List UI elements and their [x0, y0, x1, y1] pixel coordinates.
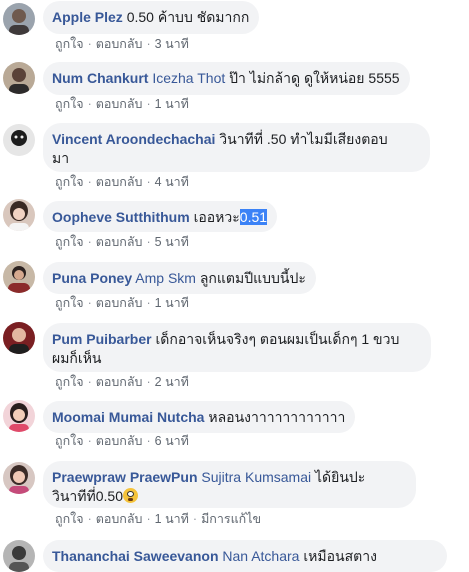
selected-text: 0.51	[239, 209, 268, 225]
comment-bubble: Moomai Mumai Nutcha หลอนงาาาาาาาาาาาา	[43, 401, 356, 433]
comment-bubble: Num Chankurt Icezha Thot ป๊า ไม่กล้าดู ด…	[43, 62, 410, 95]
comment-bubble: Pum Puibarber เด็กอาจเห็นจริงๆ ตอนผมเป็น…	[43, 323, 431, 372]
like-link[interactable]: ถูกใจ	[55, 37, 84, 51]
comment-actions: ถูกใจ · ตอบกลับ · 4 นาที	[55, 175, 189, 189]
like-link[interactable]: ถูกใจ	[55, 175, 84, 189]
comment-bubble: Praewpraw PraewPun Sujitra Kumsamai ได้ย…	[43, 461, 416, 508]
avatar[interactable]	[3, 462, 35, 494]
comment-actions: ถูกใจ · ตอบกลับ · 3 นาที	[55, 37, 189, 51]
reply-link[interactable]: ตอบกลับ	[96, 375, 143, 389]
comment-author[interactable]: Vincent Aroondechachai	[52, 131, 215, 147]
avatar[interactable]	[3, 400, 35, 432]
comment-text: ป๊า ไม่กล้าดู ดูให้หน่อย 5555	[229, 70, 400, 86]
comment-bubble: Thananchai Saweevanon Nan Atchara เหมือน…	[43, 540, 447, 572]
avatar[interactable]	[3, 3, 35, 35]
comment-text-continued: มา	[52, 150, 70, 166]
edited-link[interactable]: มีการแก้ไข	[201, 512, 261, 526]
comment-actions: ถูกใจ · ตอบกลับ · 1 นาที	[55, 296, 189, 310]
comment-time[interactable]: 1 นาที	[155, 512, 189, 526]
comment-author[interactable]: Puna Poney	[52, 270, 132, 286]
avatar[interactable]	[3, 124, 35, 156]
comment-actions: ถูกใจ · ตอบกลับ · 1 นาที · มีการแก้ไข	[55, 512, 262, 526]
comment-text-continued: วินาทีที่0.50	[52, 488, 123, 504]
comment-text: 0.50 ค้าบบ ชัดมากก	[126, 9, 250, 25]
comment-actions: ถูกใจ · ตอบกลับ · 5 นาที	[55, 235, 189, 249]
comment-actions: ถูกใจ · ตอบกลับ · 1 นาที	[55, 97, 189, 111]
reply-link[interactable]: ตอบกลับ	[96, 97, 143, 111]
reply-link[interactable]: ตอบกลับ	[96, 434, 143, 448]
like-link[interactable]: ถูกใจ	[55, 512, 84, 526]
comment-text-continued: ผมก็เห็น	[52, 350, 102, 366]
comment-time[interactable]: 1 นาที	[155, 296, 189, 310]
comment-time[interactable]: 4 นาที	[155, 175, 189, 189]
tagged-user[interactable]: Nan Atchara	[222, 548, 299, 564]
comment-actions: ถูกใจ · ตอบกลับ · 2 นาที	[55, 375, 189, 389]
comment-text: เหมือนสตาง	[303, 548, 377, 564]
like-link[interactable]: ถูกใจ	[55, 434, 84, 448]
like-link[interactable]: ถูกใจ	[55, 235, 84, 249]
reply-link[interactable]: ตอบกลับ	[96, 512, 143, 526]
comment-text: เด็กอาจเห็นจริงๆ ตอนผมเป็นเด็กๆ 1 ขวบ	[155, 331, 400, 347]
reply-link[interactable]: ตอบกลับ	[96, 296, 143, 310]
avatar[interactable]	[3, 322, 35, 354]
reply-link[interactable]: ตอบกลับ	[96, 37, 143, 51]
comment-text: หลอนงาาาาาาาาาาาา	[208, 409, 346, 425]
comment-time[interactable]: 6 นาที	[155, 434, 189, 448]
comment-author[interactable]: Num Chankurt	[52, 70, 148, 86]
comment-author[interactable]: Oopheve Sutthithum	[52, 209, 190, 225]
comment-actions: ถูกใจ · ตอบกลับ · 6 นาที	[55, 434, 189, 448]
comment-bubble: Apple Plez 0.50 ค้าบบ ชัดมากก	[43, 1, 260, 34]
comment-author[interactable]: Thananchai Saweevanon	[52, 548, 219, 564]
comment-bubble: Oopheve Sutthithum เออหวะ0.51	[43, 201, 278, 232]
avatar[interactable]	[3, 199, 35, 231]
reply-link[interactable]: ตอบกลับ	[96, 235, 143, 249]
comment-bubble: Puna Poney Amp Skm ลูกแตมปีแบบนี้ปะ	[43, 262, 316, 294]
avatar[interactable]	[3, 540, 35, 572]
comment-text: วินาทีที่ .50 ทำไมมีเสียงตอบ	[219, 131, 388, 147]
comment-text: เออหวะ	[193, 209, 240, 225]
comment-author[interactable]: Moomai Mumai Nutcha	[52, 409, 204, 425]
tagged-user[interactable]: Amp Skm	[135, 270, 196, 286]
scream-emoji-icon	[123, 488, 138, 503]
avatar[interactable]	[3, 62, 35, 94]
comment-text: ลูกแตมปีแบบนี้ปะ	[199, 270, 306, 286]
comment-time[interactable]: 3 นาที	[155, 37, 189, 51]
reply-link[interactable]: ตอบกลับ	[96, 175, 143, 189]
comment-bubble: Vincent Aroondechachai วินาทีที่ .50 ทำไ…	[43, 123, 430, 172]
avatar[interactable]	[3, 261, 35, 293]
comment-text: ได้ยินปะ	[315, 469, 366, 485]
comment-author[interactable]: Apple Plez	[52, 9, 123, 25]
comment-time[interactable]: 1 นาที	[155, 97, 189, 111]
comment-author[interactable]: Praewpraw PraewPun	[52, 469, 198, 485]
comment-author[interactable]: Pum Puibarber	[52, 331, 152, 347]
like-link[interactable]: ถูกใจ	[55, 375, 84, 389]
tagged-user[interactable]: Sujitra Kumsamai	[201, 469, 311, 485]
like-link[interactable]: ถูกใจ	[55, 296, 84, 310]
comment-time[interactable]: 2 นาที	[155, 375, 189, 389]
comment-time[interactable]: 5 นาที	[155, 235, 189, 249]
tagged-user[interactable]: Icezha Thot	[152, 70, 225, 86]
like-link[interactable]: ถูกใจ	[55, 97, 84, 111]
